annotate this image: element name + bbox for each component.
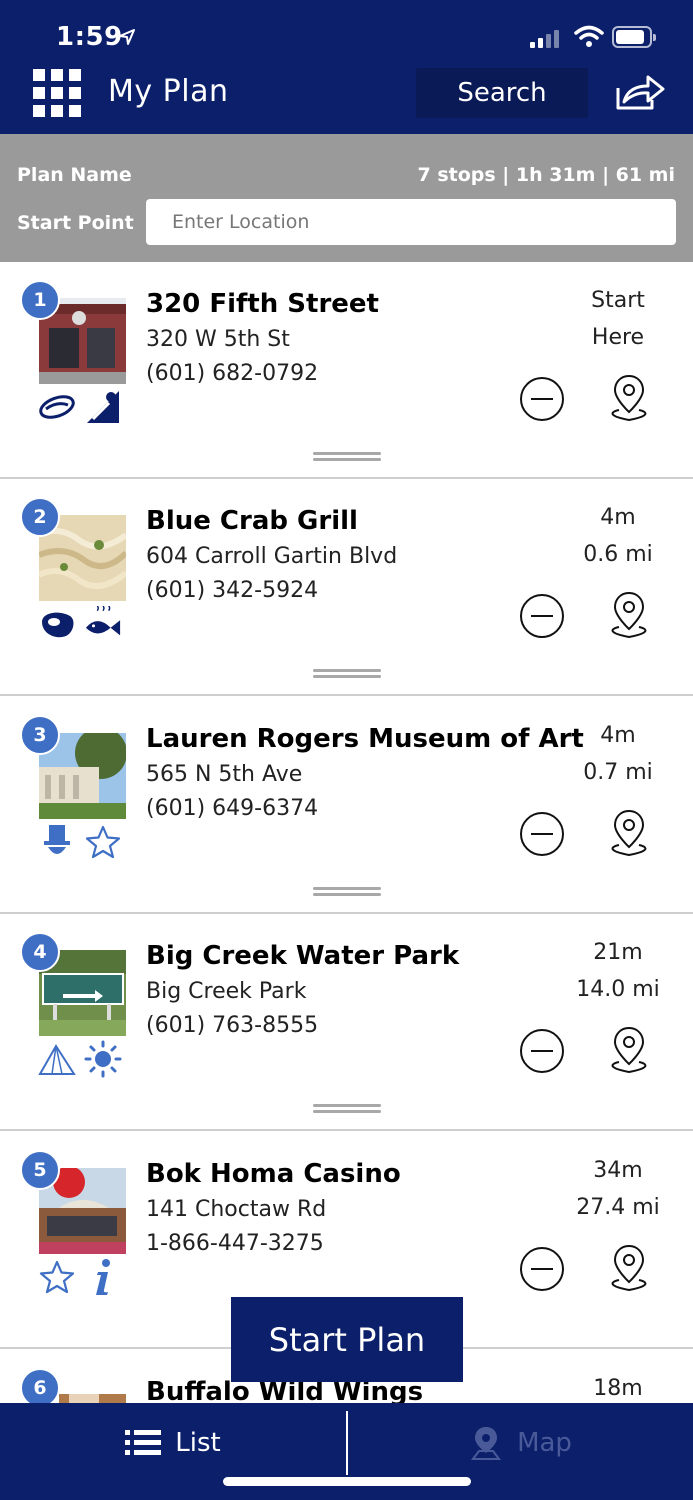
map-marker-icon (471, 1427, 502, 1460)
stop-item[interactable]: 4 Big Creek Water Park Big Creek Park (6… (0, 914, 693, 1131)
battery-icon (612, 26, 656, 48)
info-icon (84, 1258, 122, 1296)
stop-travel-time: 4m (600, 505, 636, 530)
stop-phone[interactable]: (601) 763-8555 (146, 1013, 318, 1038)
stop-item[interactable]: 3 Lauren Rogers Museum of Art 565 N 5th … (0, 697, 693, 914)
stop-number-badge: 6 (20, 1368, 60, 1403)
start-point-label: Start Point (17, 212, 134, 234)
star-icon (38, 1258, 76, 1296)
stop-distance: 0.7 mi (583, 760, 653, 785)
drag-handle[interactable] (313, 669, 381, 679)
menu-grid-icon[interactable] (33, 69, 81, 117)
list-icon (125, 1430, 162, 1455)
status-time: 1:59 (56, 22, 123, 52)
drag-handle[interactable] (313, 452, 381, 462)
stop-number-badge: 1 (20, 280, 60, 320)
stop-list[interactable]: 1 320 Fifth Street 320 W 5th St (601) 68… (0, 262, 693, 1403)
page-title: My Plan (108, 74, 229, 109)
app-header: 1:59 My Plan Search (0, 0, 693, 134)
home-indicator (223, 1477, 471, 1486)
cellular-signal-icon (530, 28, 559, 48)
steak-icon (38, 605, 76, 643)
wifi-icon (574, 25, 604, 47)
stop-number-badge: 4 (20, 932, 60, 972)
remove-stop-icon[interactable] (518, 375, 566, 423)
start-location-input[interactable] (146, 199, 676, 245)
sun-icon (84, 1040, 122, 1078)
tab-map[interactable]: Map (348, 1403, 693, 1483)
stop-number-badge: 2 (20, 497, 60, 537)
map-pin-icon[interactable] (604, 1242, 654, 1294)
tent-icon (38, 1040, 76, 1078)
stop-name[interactable]: 320 Fifth Street (146, 289, 379, 319)
remove-stop-icon[interactable] (518, 810, 566, 858)
stop-name[interactable]: Bok Homa Casino (146, 1159, 401, 1189)
bottom-tab-bar: List Map (0, 1403, 693, 1500)
plan-summary: 7 stops | 1h 31m | 61 mi (417, 164, 676, 186)
stop-distance: Here (591, 325, 645, 350)
stop-travel-time: 34m (593, 1158, 643, 1183)
stop-phone[interactable]: (601) 649-6374 (146, 796, 318, 821)
stop-number-badge: 5 (20, 1150, 60, 1190)
stop-travel-time: 21m (593, 940, 643, 965)
drag-handle[interactable] (313, 887, 381, 897)
stop-distance: 14.0 mi (576, 977, 660, 1002)
remove-stop-icon[interactable] (518, 592, 566, 640)
remove-stop-icon[interactable] (518, 1245, 566, 1293)
stop-name[interactable]: Blue Crab Grill (146, 506, 358, 536)
stop-number-badge: 3 (20, 715, 60, 755)
stop-address: 565 N 5th Ave (146, 762, 303, 787)
stop-item[interactable]: 1 320 Fifth Street 320 W 5th St (601) 68… (0, 262, 693, 479)
stop-travel-time: Start (591, 288, 645, 313)
tab-list[interactable]: List (0, 1403, 346, 1483)
stop-address: 604 Carroll Gartin Blvd (146, 544, 398, 569)
drag-handle[interactable] (313, 1104, 381, 1114)
map-pin-icon[interactable] (604, 1024, 654, 1076)
star-icon (84, 823, 122, 861)
location-arrow-icon (119, 29, 135, 45)
stop-name[interactable]: Lauren Rogers Museum of Art (146, 724, 584, 754)
stop-phone[interactable]: (601) 342-5924 (146, 578, 318, 603)
stop-travel-time: 4m (600, 723, 636, 748)
plan-bar: Plan Name 7 stops | 1h 31m | 61 mi Start… (0, 134, 693, 262)
stop-distance: 0.6 mi (583, 542, 653, 567)
start-plan-button[interactable]: Start Plan (231, 1297, 463, 1382)
tab-list-label: List (175, 1428, 221, 1458)
plan-name-label[interactable]: Plan Name (17, 164, 132, 186)
stop-address: 320 W 5th St (146, 327, 290, 352)
tab-map-label: Map (517, 1428, 572, 1458)
top-hat-icon (38, 823, 76, 861)
map-pin-icon[interactable] (604, 372, 654, 424)
search-button[interactable]: Search (416, 68, 588, 118)
stop-address: Big Creek Park (146, 979, 307, 1004)
stop-phone[interactable]: 1-866-447-3275 (146, 1231, 324, 1256)
stop-item[interactable]: 2 Blue Crab Grill 604 Carroll Gartin Blv… (0, 479, 693, 696)
map-pin-icon[interactable] (604, 589, 654, 641)
stop-phone[interactable]: (601) 682-0792 (146, 361, 318, 386)
stop-address: 141 Choctaw Rd (146, 1197, 327, 1222)
share-icon[interactable] (614, 72, 666, 112)
remove-stop-icon[interactable] (518, 1027, 566, 1075)
stop-name[interactable]: Big Creek Water Park (146, 941, 459, 971)
bowling-icon (84, 388, 122, 426)
map-pin-icon[interactable] (604, 807, 654, 859)
stop-travel-time: 18m (593, 1376, 643, 1401)
hot-dog-icon (38, 388, 76, 426)
stop-distance: 27.4 mi (576, 1195, 660, 1220)
fish-icon (84, 605, 122, 643)
